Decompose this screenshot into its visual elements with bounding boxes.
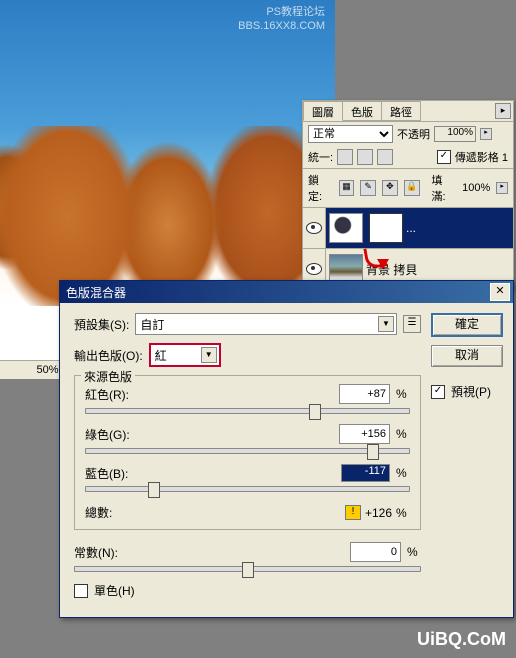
preset-menu-icon[interactable]: ☰ bbox=[403, 315, 421, 333]
blue-input[interactable]: -117 bbox=[341, 464, 390, 482]
dialog-title: 色版混合器 bbox=[63, 284, 490, 301]
blue-label: 藍色(B): bbox=[85, 465, 341, 482]
total-value: +126 bbox=[365, 506, 392, 520]
unify-label: 統一: bbox=[308, 149, 333, 165]
lock-all-icon[interactable]: 🔒 bbox=[404, 180, 420, 196]
warning-icon: ! bbox=[345, 505, 361, 520]
adjustment-thumb-icon[interactable] bbox=[329, 213, 363, 243]
layers-panel: 圖層 色版 路徑 ▸ 正常 不透明 100% ▸ 統一: ✓ 傳遞影格 1 鎖定… bbox=[302, 100, 514, 291]
preset-select[interactable]: 自訂 bbox=[135, 313, 397, 335]
unify-visibility-icon[interactable] bbox=[357, 149, 373, 165]
source-legend: 來源色版 bbox=[81, 368, 135, 385]
monochrome-checkbox[interactable] bbox=[74, 584, 88, 598]
constant-label: 常數(N): bbox=[74, 544, 350, 561]
fill-label: 填滿: bbox=[432, 172, 457, 204]
layer-name[interactable]: 背景 拷貝 bbox=[366, 261, 417, 278]
propagate-label: 傳遞影格 1 bbox=[455, 149, 508, 165]
dialog-titlebar[interactable]: 色版混合器 ✕ bbox=[60, 281, 513, 303]
layer-row[interactable]: ... bbox=[303, 208, 513, 249]
preview-label: 預視(P) bbox=[451, 383, 491, 400]
source-channels-group: 來源色版 紅色(R): % 綠色(G): % bbox=[74, 375, 421, 530]
watermark-bottom: UiBQ.CoM bbox=[417, 629, 506, 650]
preview-checkbox[interactable]: ✓ bbox=[431, 385, 445, 399]
layer-mask-thumb[interactable] bbox=[369, 213, 403, 243]
lock-position-icon[interactable]: ✥ bbox=[382, 180, 398, 196]
lock-transparent-icon[interactable]: ▦ bbox=[339, 180, 355, 196]
constant-slider[interactable] bbox=[74, 566, 421, 572]
tab-channels[interactable]: 色版 bbox=[342, 101, 382, 121]
red-label: 紅色(R): bbox=[85, 386, 339, 403]
lock-paint-icon[interactable]: ✎ bbox=[360, 180, 376, 196]
cancel-button[interactable]: 取消 bbox=[431, 345, 503, 367]
preset-label: 預設集(S): bbox=[74, 316, 129, 333]
total-label: 總數: bbox=[85, 504, 345, 521]
opacity-input[interactable]: 100% bbox=[434, 126, 476, 142]
red-input[interactable] bbox=[339, 384, 390, 404]
green-label: 綠色(G): bbox=[85, 426, 339, 443]
green-input[interactable] bbox=[339, 424, 390, 444]
visibility-eye-icon[interactable] bbox=[306, 263, 322, 275]
layer-list: ... 背景 拷貝 bbox=[303, 208, 513, 290]
channel-mixer-dialog: 色版混合器 ✕ 預設集(S): 自訂 ☰ 輸出色版(O): 紅 來源色版 紅色(… bbox=[59, 280, 514, 618]
unify-style-icon[interactable] bbox=[377, 149, 393, 165]
red-slider[interactable] bbox=[85, 408, 410, 414]
tab-paths[interactable]: 路徑 bbox=[381, 101, 421, 121]
blue-slider[interactable] bbox=[85, 486, 410, 492]
opacity-arrow-icon[interactable]: ▸ bbox=[480, 128, 492, 140]
output-channel-label: 輸出色版(O): bbox=[74, 347, 143, 364]
tab-layers[interactable]: 圖層 bbox=[303, 101, 343, 121]
constant-input[interactable] bbox=[350, 542, 401, 562]
layer-name[interactable]: ... bbox=[406, 221, 416, 235]
watermark-top: PS教程论坛BBS.16XX8.COM bbox=[238, 5, 325, 34]
green-slider[interactable] bbox=[85, 448, 410, 454]
opacity-label: 不透明 bbox=[397, 126, 430, 142]
panel-tabs: 圖層 色版 路徑 ▸ bbox=[303, 101, 513, 122]
ok-button[interactable]: 確定 bbox=[431, 313, 503, 337]
fill-arrow-icon[interactable]: ▸ bbox=[496, 182, 508, 194]
unify-position-icon[interactable] bbox=[337, 149, 353, 165]
lock-label: 鎖定: bbox=[308, 172, 333, 204]
monochrome-label: 單色(H) bbox=[94, 582, 135, 599]
close-icon[interactable]: ✕ bbox=[490, 283, 510, 301]
panel-menu-icon[interactable]: ▸ bbox=[495, 103, 511, 119]
blend-mode-select[interactable]: 正常 bbox=[308, 125, 393, 143]
visibility-eye-icon[interactable] bbox=[306, 222, 322, 234]
output-channel-select[interactable]: 紅 bbox=[149, 343, 221, 367]
fill-input[interactable]: 100% bbox=[462, 182, 490, 194]
propagate-checkbox[interactable]: ✓ bbox=[437, 150, 451, 164]
